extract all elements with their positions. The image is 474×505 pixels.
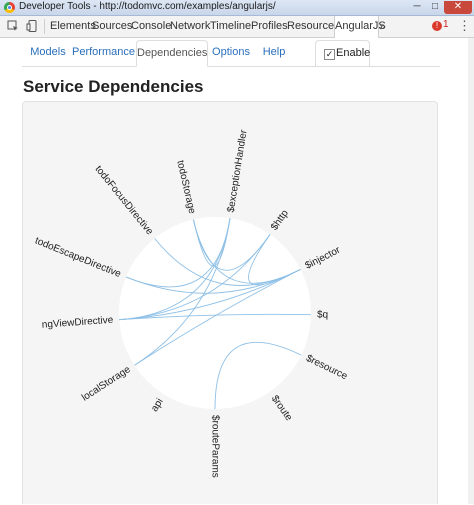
tab-performance[interactable]: Performance — [72, 40, 135, 65]
tab-timeline[interactable]: Timeline — [210, 16, 251, 37]
error-icon[interactable]: ! — [432, 21, 442, 31]
tab-angularjs[interactable]: AngularJS — [334, 16, 386, 38]
service-label[interactable]: $http — [269, 208, 291, 233]
dependency-graph-panel: $exceptionHandler $http $injector $q $resour… — [22, 101, 438, 504]
window-titlebar: Developer Tools - http://todomvc.com/exa… — [0, 0, 474, 16]
service-label[interactable]: todoEscapeDirective — [33, 235, 123, 280]
tab-resources[interactable]: Resources — [287, 16, 340, 37]
enable-checkbox[interactable]: ✓ — [324, 49, 335, 60]
tab-models[interactable]: Models — [26, 40, 70, 65]
window-title: Developer Tools - http://todomvc.com/exa… — [19, 1, 276, 12]
graph-circle — [119, 217, 311, 409]
minimize-button[interactable]: ─ — [408, 1, 426, 14]
service-label[interactable]: ngViewDirective — [41, 315, 114, 331]
service-label[interactable]: localStorage — [80, 364, 133, 404]
service-label[interactable]: $q — [317, 309, 328, 320]
service-label[interactable]: $resource — [304, 353, 349, 383]
tab-console[interactable]: Console — [131, 16, 171, 37]
service-label[interactable]: todoFocusDirective — [93, 164, 156, 238]
service-label[interactable]: $exceptionHandler — [226, 128, 250, 213]
service-label[interactable]: $injector — [303, 244, 342, 271]
tab-dependencies[interactable]: Dependencies — [136, 40, 208, 67]
tab-elements[interactable]: Elements — [50, 16, 96, 37]
dependency-graph: $exceptionHandler $http $injector $q $resour… — [33, 128, 349, 478]
tab-sources[interactable]: Sources — [92, 16, 132, 37]
service-label[interactable]: $routeParams — [209, 415, 220, 478]
devtools-toolbar: Elements Sources Console Network Timelin… — [0, 16, 474, 38]
maximize-button[interactable]: □ — [426, 1, 444, 14]
device-icon[interactable] — [26, 20, 38, 32]
settings-menu-icon[interactable]: ⋮ — [458, 19, 471, 33]
tab-network[interactable]: Network — [170, 16, 210, 37]
chrome-icon — [4, 2, 15, 13]
inspect-icon[interactable] — [7, 20, 19, 32]
enable-label: Enable — [336, 47, 371, 59]
error-count[interactable]: 1 — [443, 19, 449, 30]
more-tabs-button[interactable]: » — [379, 16, 386, 37]
service-label[interactable]: $route — [269, 394, 295, 424]
enable-toggle[interactable]: ✓ Enable — [315, 40, 370, 66]
batarang-nav: Models Performance Dependencies Options … — [22, 40, 440, 67]
vertical-scrollbar[interactable] — [468, 38, 474, 504]
page-title: Service Dependencies — [23, 77, 204, 96]
tab-help[interactable]: Help — [258, 40, 290, 65]
tab-profiles[interactable]: Profiles — [251, 16, 288, 37]
toolbar-divider — [44, 19, 45, 34]
close-button[interactable]: ✕ — [444, 1, 472, 14]
service-label[interactable]: todoStorage — [174, 159, 197, 215]
tab-options[interactable]: Options — [210, 40, 252, 65]
service-label[interactable]: api — [149, 397, 165, 414]
